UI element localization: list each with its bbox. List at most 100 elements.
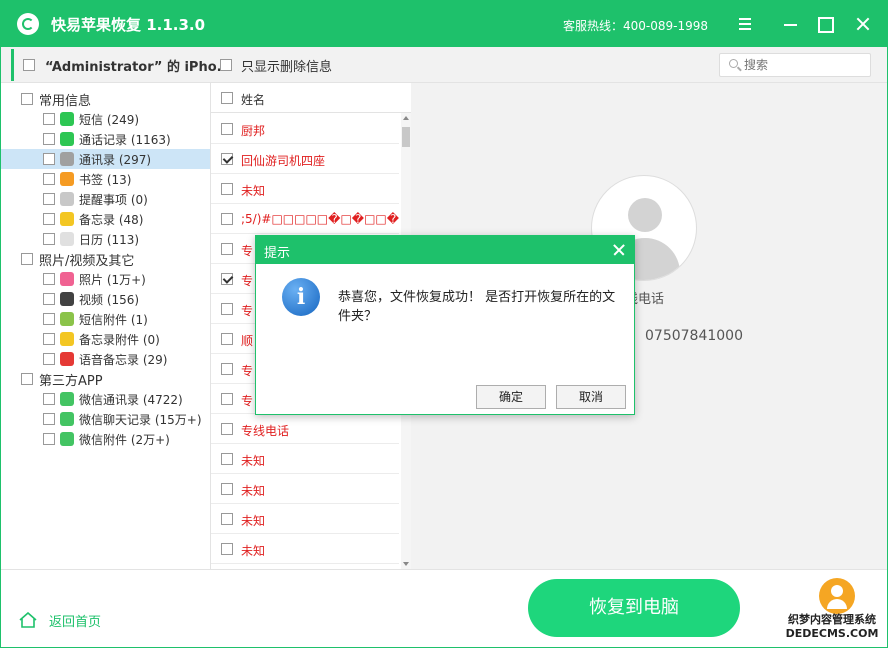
tree-item[interactable]: 备忘录 (48) <box>1 209 210 229</box>
item-checkbox[interactable] <box>43 353 55 365</box>
row-checkbox[interactable] <box>221 123 233 135</box>
tree-item-label: 备忘录 (48) <box>79 213 144 227</box>
list-header: 姓名 <box>211 83 411 113</box>
tree-item-label: 通话记录 (1163) <box>79 133 171 147</box>
list-row[interactable]: ;5/)#□□□□□�□�□□�□� <box>211 204 399 234</box>
item-checkbox[interactable] <box>43 433 55 445</box>
tree-item[interactable]: 语音备忘录 (29) <box>1 349 210 369</box>
tree-item-label: 视频 (156) <box>79 293 140 307</box>
contact-name-cell: ;5/)#□□□□□�□�□□�□� <box>241 212 399 226</box>
row-checkbox[interactable] <box>221 423 233 435</box>
item-checkbox[interactable] <box>43 153 55 165</box>
contacts-icon <box>60 152 74 166</box>
tree-category[interactable]: 常用信息 <box>1 89 210 109</box>
item-checkbox[interactable] <box>43 333 55 345</box>
cancel-button[interactable]: 取消 <box>556 385 626 409</box>
item-checkbox[interactable] <box>43 133 55 145</box>
row-checkbox[interactable] <box>221 273 233 285</box>
tree-item[interactable]: 照片 (1万+) <box>1 269 210 289</box>
row-checkbox[interactable] <box>221 183 233 195</box>
wechat-contacts-icon <box>60 392 74 406</box>
select-all-checkbox[interactable] <box>221 92 233 104</box>
item-checkbox[interactable] <box>43 313 55 325</box>
show-deleted-checkbox[interactable] <box>220 59 232 71</box>
device-name: “Administrator” 的 iPho... <box>45 60 232 75</box>
notes-attachment-icon <box>60 332 74 346</box>
tree-item[interactable]: 通讯录 (297) <box>1 149 210 169</box>
app-logo-icon <box>17 13 39 35</box>
photos-icon <box>60 272 74 286</box>
tree-item[interactable]: 通话记录 (1163) <box>1 129 210 149</box>
row-checkbox[interactable] <box>221 513 233 525</box>
item-checkbox[interactable] <box>43 413 55 425</box>
dialog-close-icon[interactable] <box>612 243 626 257</box>
home-link[interactable]: 返回首页 <box>19 610 119 630</box>
list-row[interactable]: 未知 <box>211 174 399 204</box>
tree-item[interactable]: 提醒事项 (0) <box>1 189 210 209</box>
contact-phone: 07507841000 <box>645 328 743 344</box>
ok-button[interactable]: 确定 <box>476 385 546 409</box>
category-label: 第三方APP <box>39 374 103 389</box>
list-row[interactable]: 厨邦 <box>211 114 399 144</box>
home-icon <box>19 612 37 628</box>
tree-item[interactable]: 视频 (156) <box>1 289 210 309</box>
close-window-button[interactable] <box>853 14 873 34</box>
row-checkbox[interactable] <box>221 153 233 165</box>
scroll-up-icon[interactable] <box>403 116 409 120</box>
tree-item[interactable]: 微信通讯录 (4722) <box>1 389 210 409</box>
row-checkbox[interactable] <box>221 483 233 495</box>
search-input[interactable] <box>744 56 864 74</box>
list-row[interactable]: 未知 <box>211 444 399 474</box>
row-checkbox[interactable] <box>221 393 233 405</box>
reminder-icon <box>60 192 74 206</box>
list-row[interactable]: 未知 <box>211 474 399 504</box>
item-checkbox[interactable] <box>43 213 55 225</box>
tree-item[interactable]: 备忘录附件 (0) <box>1 329 210 349</box>
tree-item[interactable]: 短信 (249) <box>1 109 210 129</box>
watermark: 织梦内容管理系统 DEDECMS.COM <box>785 613 879 640</box>
tree-item[interactable]: 书签 (13) <box>1 169 210 189</box>
category-label: 常用信息 <box>39 94 92 109</box>
support-icon[interactable] <box>819 578 855 614</box>
row-checkbox[interactable] <box>221 213 233 225</box>
item-checkbox[interactable] <box>43 393 55 405</box>
list-row[interactable]: 未知 <box>211 534 399 564</box>
item-checkbox[interactable] <box>43 293 55 305</box>
show-deleted-label[interactable]: 只显示删除信息 <box>241 56 332 75</box>
recover-to-pc-button[interactable]: 恢复到电脑 <box>528 579 740 637</box>
contact-name-cell: 未知 <box>241 454 266 468</box>
contact-name-cell: 未知 <box>241 484 266 498</box>
list-row[interactable]: 回仙游司机四座 <box>211 144 399 174</box>
row-checkbox[interactable] <box>221 333 233 345</box>
item-checkbox[interactable] <box>43 173 55 185</box>
item-checkbox[interactable] <box>43 193 55 205</box>
tree-item[interactable]: 微信聊天记录 (15万+) <box>1 409 210 429</box>
maximize-button[interactable] <box>815 14 835 34</box>
tree-category[interactable]: 第三方APP <box>1 369 210 389</box>
list-row[interactable]: 未知 <box>211 504 399 534</box>
item-checkbox[interactable] <box>43 233 55 245</box>
category-checkbox[interactable] <box>21 373 33 385</box>
scroll-thumb[interactable] <box>402 127 410 147</box>
row-checkbox[interactable] <box>221 453 233 465</box>
tree-item[interactable]: 日历 (113) <box>1 229 210 249</box>
category-checkbox[interactable] <box>21 93 33 105</box>
tree-item[interactable]: 短信附件 (1) <box>1 309 210 329</box>
select-device-checkbox[interactable] <box>23 59 35 71</box>
minimize-button[interactable] <box>781 14 801 34</box>
scroll-down-icon[interactable] <box>403 562 409 566</box>
support-body <box>827 599 847 609</box>
category-checkbox[interactable] <box>21 253 33 265</box>
row-checkbox[interactable] <box>221 543 233 555</box>
row-checkbox[interactable] <box>221 363 233 375</box>
menu-button[interactable] <box>735 14 755 34</box>
tree-category[interactable]: 照片/视频及其它 <box>1 249 210 269</box>
row-checkbox[interactable] <box>221 243 233 255</box>
contact-name-cell: 专线电话 <box>241 424 290 438</box>
row-checkbox[interactable] <box>221 303 233 315</box>
name-column-header: 姓名 <box>241 93 266 107</box>
list-row[interactable]: 专线电话 <box>211 414 399 444</box>
item-checkbox[interactable] <box>43 113 55 125</box>
item-checkbox[interactable] <box>43 273 55 285</box>
tree-item[interactable]: 微信附件 (2万+) <box>1 429 210 449</box>
